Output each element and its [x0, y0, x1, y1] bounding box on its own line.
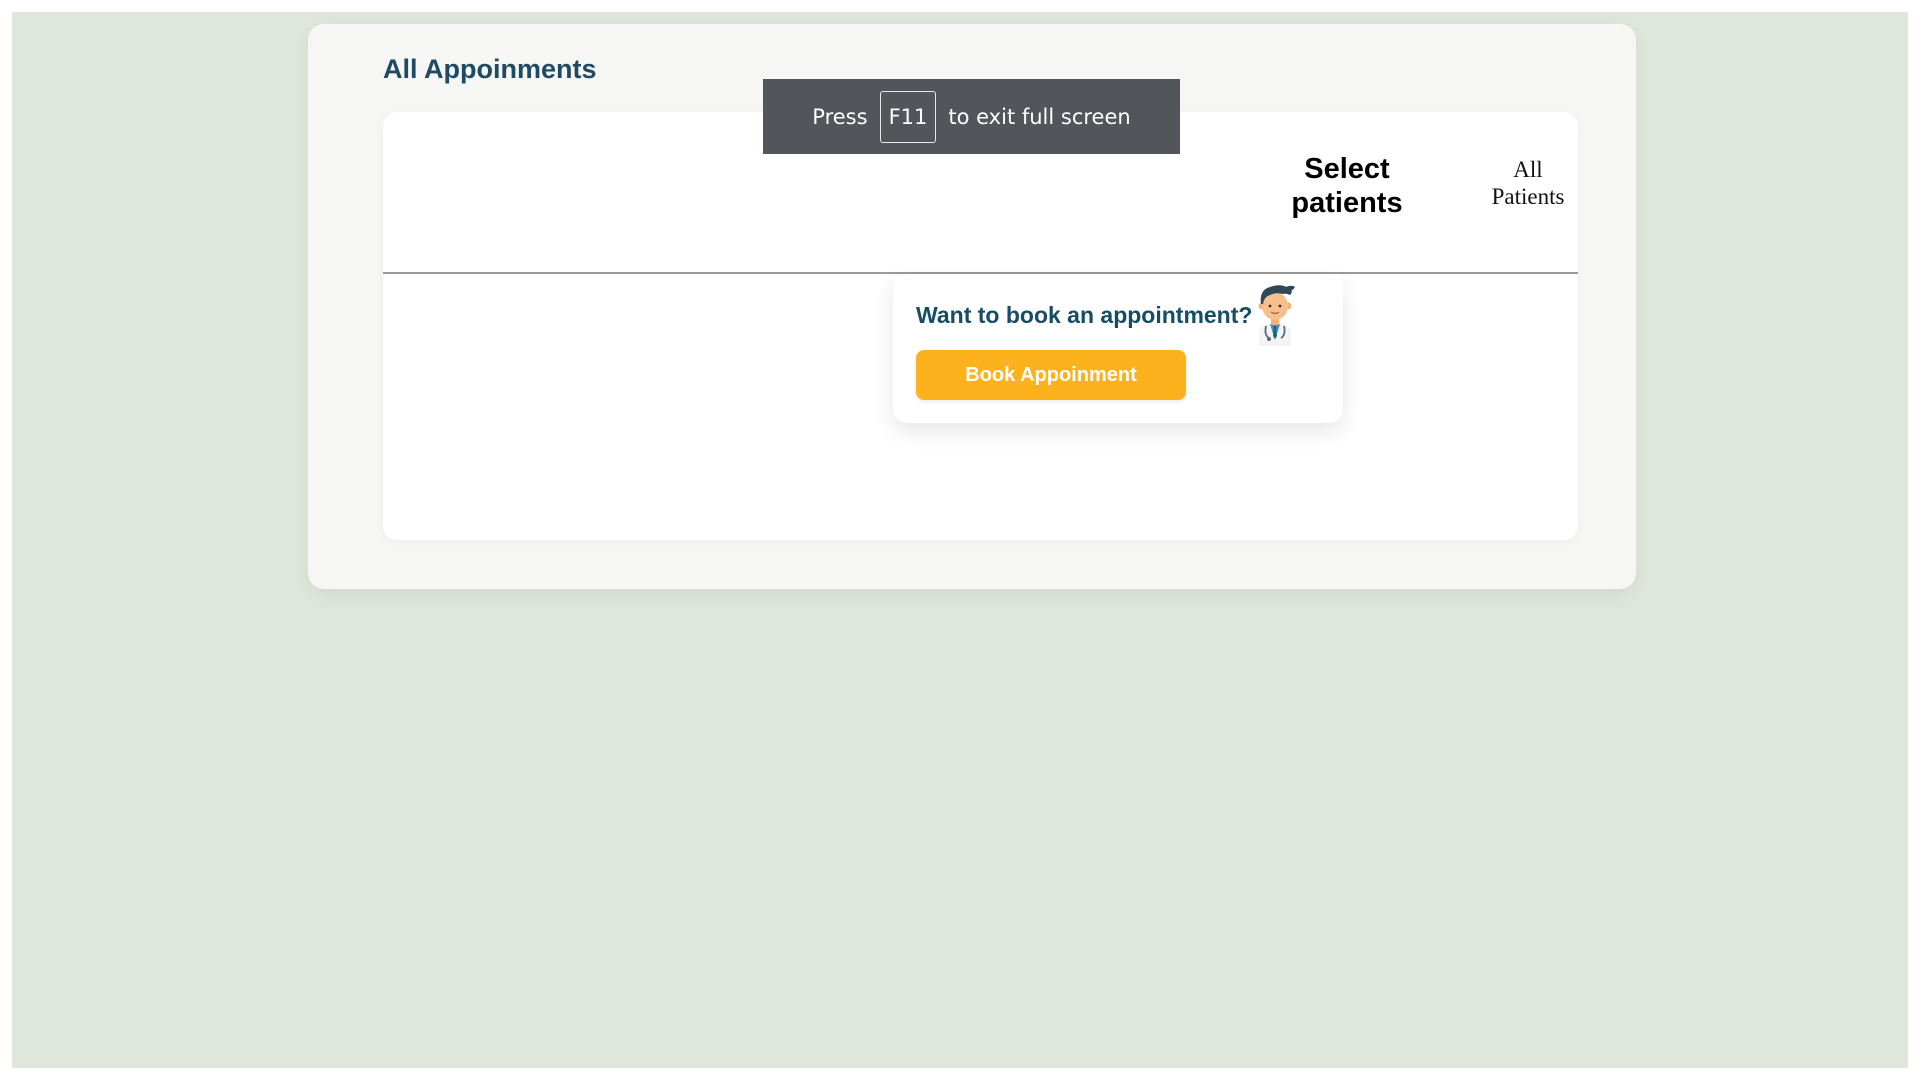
book-appointment-question: Want to book an appointment? — [916, 302, 1253, 328]
patient-select[interactable]: All Patients — [1483, 156, 1573, 210]
page-title: All Appoinments — [383, 54, 597, 84]
book-appointment-card: Want to book an appointment? Book Appoin… — [893, 274, 1343, 423]
page-background: All Appoinments Select patients All Pati… — [12, 12, 1908, 1068]
doctor-icon — [1258, 285, 1295, 346]
book-appointment-button[interactable]: Book Appoinment — [916, 350, 1186, 400]
fullscreen-notice-prefix: Press — [812, 104, 868, 129]
select-patients-label: Select patients — [1291, 153, 1403, 219]
fullscreen-notice: Press F11 to exit full screen — [763, 79, 1180, 154]
appointments-panel: Select patients All Patients Want to boo… — [383, 112, 1578, 540]
f11-key-badge: F11 — [879, 90, 937, 143]
fullscreen-notice-suffix: to exit full screen — [948, 104, 1131, 129]
